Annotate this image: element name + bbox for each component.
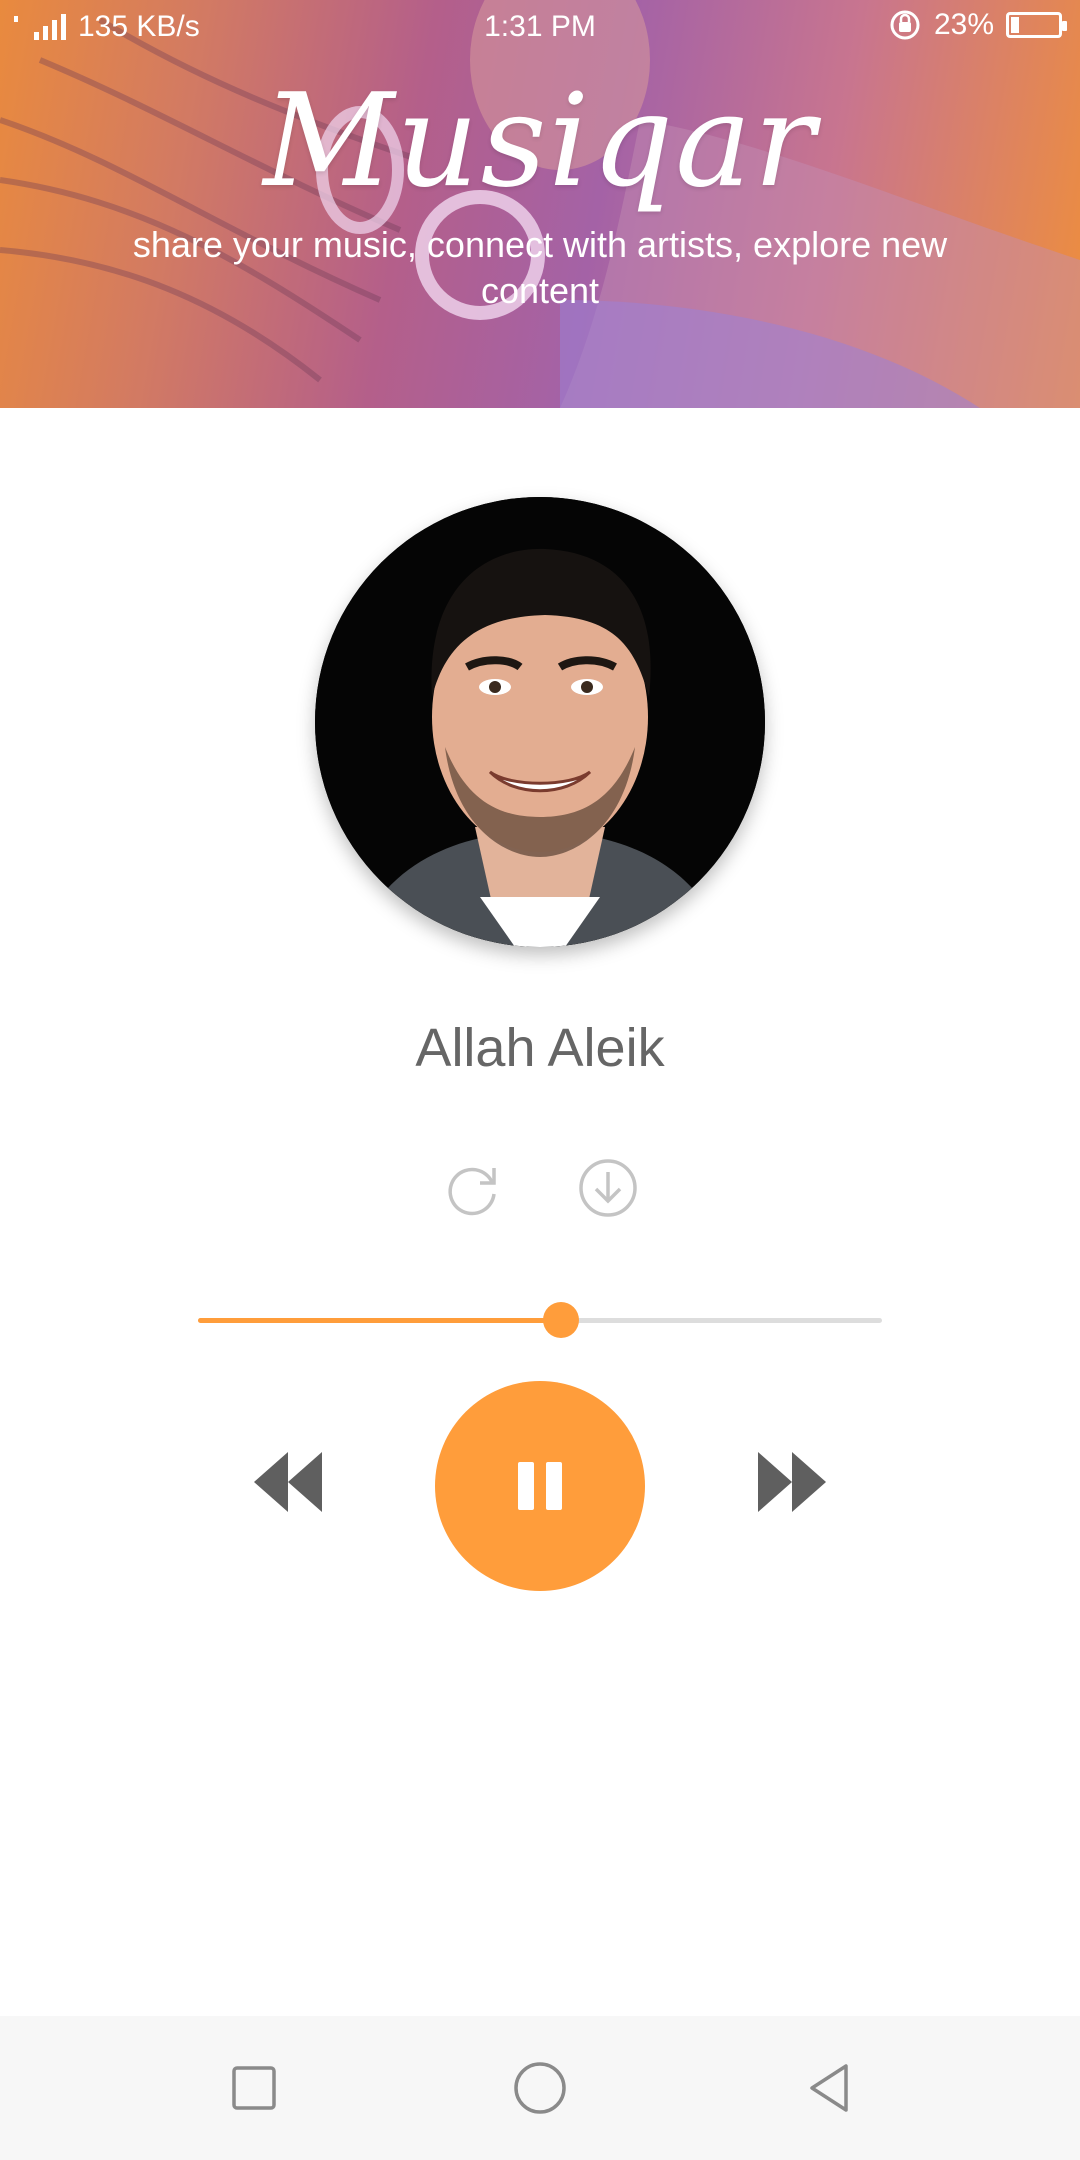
- fast-forward-button[interactable]: [754, 1448, 830, 1516]
- repeat-button[interactable]: [440, 1156, 504, 1220]
- seek-thumb[interactable]: [542, 1302, 579, 1338]
- download-icon: [579, 1159, 637, 1217]
- rewind-icon: [254, 1452, 322, 1512]
- seek-progress: [198, 1318, 561, 1323]
- pause-button[interactable]: [435, 1381, 645, 1591]
- home-circle-icon: [514, 2062, 566, 2114]
- header-banner: 135 KB/s 1:31 PM 23% Musiqar share your …: [0, 0, 1080, 408]
- system-navigation-bar: [0, 2016, 1080, 2160]
- recents-square-icon: [232, 2066, 276, 2110]
- status-bar: 135 KB/s 1:31 PM 23%: [0, 0, 1080, 56]
- track-title: Allah Aleik: [415, 1018, 665, 1078]
- seek-bar[interactable]: [198, 1302, 882, 1338]
- fast-forward-icon: [758, 1452, 826, 1512]
- home-button[interactable]: [508, 2056, 572, 2120]
- status-right: 23%: [888, 8, 1067, 42]
- app-logo: Musiqar: [263, 67, 817, 216]
- rewind-button[interactable]: [250, 1448, 326, 1516]
- recents-button[interactable]: [222, 2056, 286, 2120]
- battery-percent: 23%: [933, 8, 994, 41]
- app-tagline: share your music, connect with artists, …: [132, 224, 948, 311]
- back-button[interactable]: [798, 2056, 862, 2120]
- music-player-screen: 135 KB/s 1:31 PM 23% Musiqar share your …: [0, 0, 1080, 2160]
- back-triangle-icon: [810, 2064, 848, 2112]
- battery-icon: [1006, 12, 1067, 38]
- rotation-lock-icon: [890, 10, 920, 40]
- artist-photo: [315, 497, 765, 947]
- battery-level: [1011, 17, 1019, 33]
- repeat-icon: [448, 1167, 496, 1216]
- pause-icon: [518, 1462, 562, 1510]
- artist-avatar: [315, 497, 765, 947]
- download-button[interactable]: [576, 1156, 640, 1220]
